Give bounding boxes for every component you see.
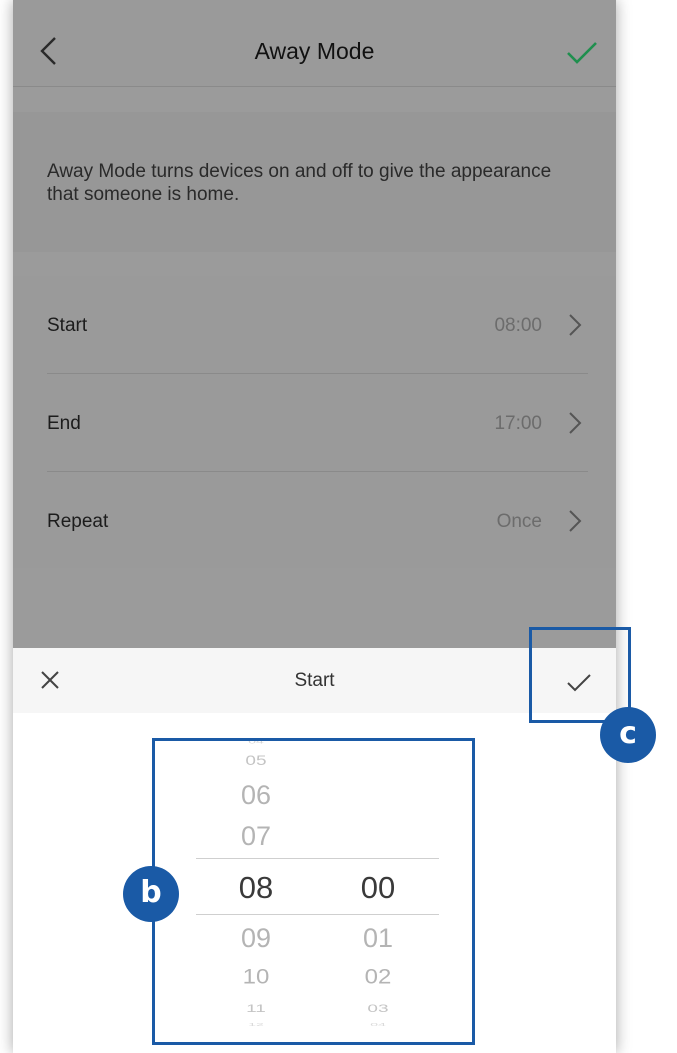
- save-check-icon[interactable]: [566, 40, 598, 66]
- chevron-right-icon: [569, 314, 582, 336]
- chevron-right-icon: [569, 412, 582, 434]
- time-sheet-header: Start: [13, 648, 616, 713]
- setting-row-repeat[interactable]: Repeat Once: [13, 472, 616, 569]
- chevron-right-icon: [569, 510, 582, 532]
- annotation-badge-c: c: [600, 707, 656, 763]
- setting-value: Once: [496, 511, 542, 532]
- page-title: Away Mode: [254, 38, 375, 64]
- setting-label: Start: [47, 315, 88, 336]
- settings-list: Start 08:00 End 17:00 Repeat Once: [13, 276, 616, 568]
- setting-value: 08:00: [494, 315, 542, 336]
- sheet-title: Start: [294, 670, 335, 691]
- setting-label: Repeat: [47, 511, 109, 532]
- setting-row-start[interactable]: Start 08:00: [13, 276, 616, 373]
- setting-value: 17:00: [494, 413, 542, 434]
- setting-row-end[interactable]: End 17:00: [13, 374, 616, 471]
- picker-highlight-box: [152, 738, 475, 1045]
- annotation-badge-b: b: [123, 866, 179, 922]
- setting-label: End: [47, 413, 81, 434]
- description-text: Away Mode turns devices on and off to gi…: [47, 161, 552, 205]
- nav-bar: Away Mode: [13, 0, 616, 87]
